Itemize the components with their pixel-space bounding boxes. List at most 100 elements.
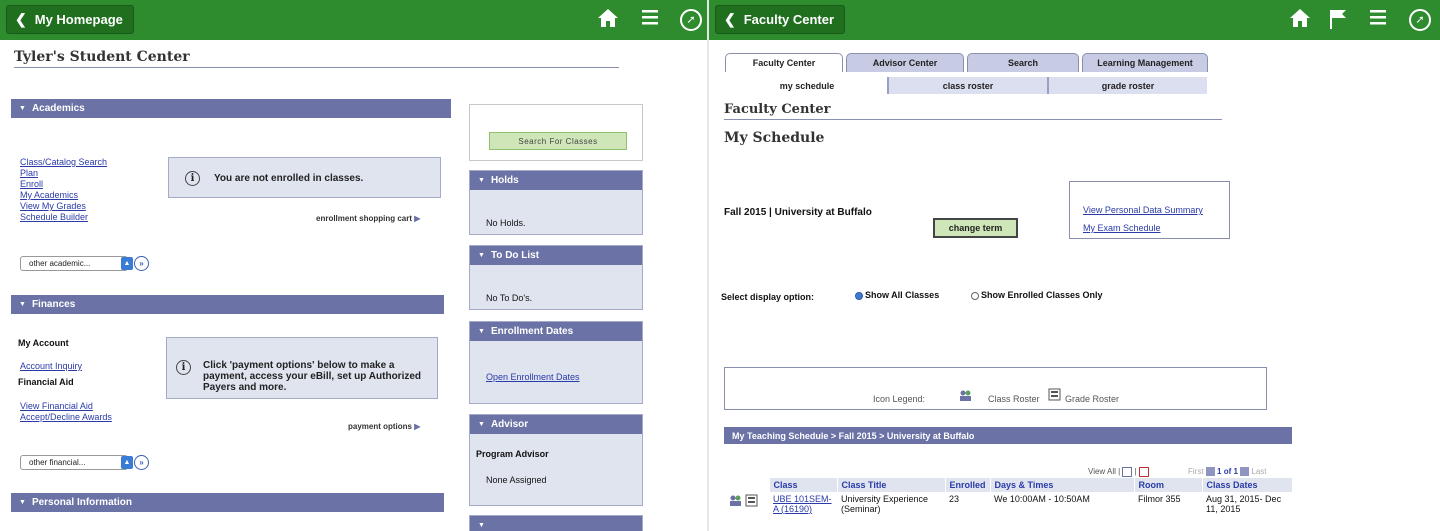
- link-view-financial-aid[interactable]: View Financial Aid: [20, 401, 93, 412]
- tab-learning-management[interactable]: Learning Management: [1082, 53, 1208, 72]
- navbar-compass-icon[interactable]: ➚: [680, 9, 702, 31]
- subtab-grade-roster[interactable]: grade roster: [1049, 77, 1207, 94]
- home-icon[interactable]: [597, 8, 619, 33]
- advisor-header-label: Advisor: [490, 419, 529, 430]
- icon-legend-box: Icon Legend: Class Roster Grade Roster: [724, 367, 1267, 410]
- chevron-left-icon: ❮: [15, 11, 27, 27]
- flag-icon[interactable]: [1328, 8, 1348, 35]
- radio-enrolled-label: Show Enrolled Classes Only: [981, 290, 1103, 300]
- personal-info-header-label: Personal Information: [31, 497, 132, 508]
- class-title-cell: University Experience (Seminar): [841, 494, 929, 514]
- dropdown-arrow-icon[interactable]: ▲: [121, 456, 133, 469]
- download-icon[interactable]: [1138, 467, 1149, 477]
- link-enroll[interactable]: Enroll: [20, 179, 43, 190]
- holds-text: No Holds.: [486, 218, 526, 228]
- row-icons: [725, 492, 769, 516]
- link-class-catalog-search[interactable]: Class/Catalog Search: [20, 157, 107, 168]
- tab-faculty-center[interactable]: Faculty Center: [725, 53, 843, 72]
- back-label: Faculty Center: [743, 12, 835, 27]
- student-center-pane: ❮ My Homepage ➚ Tyler's Student Center ▼…: [0, 0, 707, 531]
- prev-page-icon[interactable]: [1205, 467, 1215, 477]
- menu-icon[interactable]: [641, 8, 659, 31]
- legend-class-roster-label: Class Roster: [988, 394, 1040, 404]
- back-button[interactable]: ❮ Faculty Center: [715, 5, 846, 34]
- link-accept-decline-awards[interactable]: Accept/Decline Awards: [20, 412, 112, 423]
- link-plan[interactable]: Plan: [20, 168, 38, 179]
- arrow-right-icon: ▶: [414, 214, 421, 223]
- info-icon: i: [185, 171, 200, 186]
- payment-options-link[interactable]: payment options ▶: [348, 422, 420, 431]
- view-all-link[interactable]: View All | |: [1088, 467, 1149, 477]
- legend-label: Icon Legend:: [873, 394, 926, 404]
- radio-show-all[interactable]: Show All Classes: [855, 290, 939, 300]
- dropdown-arrow-icon[interactable]: ▲: [121, 257, 133, 270]
- other-academic-dropdown[interactable]: other academic...: [20, 256, 128, 271]
- finances-header-label: Finances: [31, 299, 76, 310]
- radio-unselected-icon: [971, 291, 979, 300]
- link-schedule-builder[interactable]: Schedule Builder: [20, 212, 88, 223]
- view-personal-data-summary-link[interactable]: View Personal Data Summary: [1083, 205, 1203, 216]
- chevron-left-icon: ❮: [724, 11, 736, 27]
- program-advisor-label: Program Advisor: [476, 449, 549, 459]
- my-exam-schedule-link[interactable]: My Exam Schedule: [1083, 223, 1161, 234]
- link-account-inquiry[interactable]: Account Inquiry: [20, 361, 82, 372]
- go-academic-button[interactable]: »: [134, 256, 149, 271]
- payment-link-label: payment options: [348, 422, 413, 431]
- first-label[interactable]: First: [1188, 467, 1204, 476]
- search-for-classes-button[interactable]: Search For Classes: [489, 132, 627, 150]
- page-title: Tyler's Student Center: [14, 49, 190, 65]
- link-view-my-grades[interactable]: View My Grades: [20, 201, 86, 212]
- subtab-class-roster[interactable]: class roster: [889, 77, 1047, 94]
- holds-header[interactable]: ▼ Holds: [470, 171, 642, 190]
- col-days-times: Days & Times: [990, 478, 1135, 492]
- grade-roster-icon[interactable]: [745, 494, 758, 507]
- go-financial-button[interactable]: »: [134, 455, 149, 470]
- enrollment-shopping-cart-link[interactable]: enrollment shopping cart ▶: [316, 214, 420, 223]
- next-page-icon[interactable]: [1240, 467, 1250, 477]
- class-link[interactable]: UBE 101SEM-A (16190): [773, 494, 832, 514]
- top-bar: ❮ My Homepage ➚: [0, 0, 707, 40]
- finances-header[interactable]: ▼ Finances: [11, 295, 444, 314]
- search-classes-box: Search For Classes: [469, 104, 643, 161]
- tab-search[interactable]: Search: [967, 53, 1079, 72]
- navbar-compass-icon[interactable]: ➚: [1409, 9, 1431, 31]
- last-label[interactable]: Last: [1251, 467, 1266, 476]
- section-title: Faculty Center: [724, 102, 831, 117]
- col-class-dates: Class Dates: [1202, 478, 1293, 492]
- radio-show-enrolled[interactable]: Show Enrolled Classes Only: [971, 290, 1103, 300]
- next-panel-header[interactable]: ▼: [470, 516, 642, 531]
- payment-info-text: Click 'payment options' below to make a …: [203, 360, 422, 393]
- menu-icon[interactable]: [1369, 8, 1387, 31]
- academic-dropdown-value: other academic...: [29, 259, 91, 268]
- legend-grade-roster-label: Grade Roster: [1065, 394, 1120, 404]
- zoom-icon[interactable]: [1122, 467, 1133, 477]
- col-room: Room: [1134, 478, 1203, 492]
- class-roster-icon[interactable]: [729, 494, 742, 507]
- not-enrolled-info: i You are not enrolled in classes.: [168, 157, 441, 198]
- links-box: View Personal Data Summary My Exam Sched…: [1069, 181, 1230, 239]
- link-my-academics[interactable]: My Academics: [20, 190, 78, 201]
- subtab-my-schedule[interactable]: my schedule: [727, 77, 887, 94]
- open-enrollment-dates-link[interactable]: Open Enrollment Dates: [486, 372, 580, 383]
- grade-roster-icon: [1048, 388, 1061, 401]
- enrollment-dates-header[interactable]: ▼ Enrollment Dates: [470, 322, 642, 341]
- info-icon: i: [176, 360, 191, 375]
- tab-advisor-center[interactable]: Advisor Center: [846, 53, 964, 72]
- personal-info-header[interactable]: ▼ Personal Information: [11, 493, 444, 512]
- change-term-button[interactable]: change term: [933, 218, 1018, 238]
- icon-column-header: [725, 478, 770, 492]
- collapse-triangle-icon: ▼: [478, 421, 485, 428]
- holds-header-label: Holds: [490, 175, 519, 186]
- holds-panel: ▼ Holds No Holds.: [469, 170, 643, 235]
- other-financial-dropdown[interactable]: other financial...: [20, 455, 128, 470]
- todo-header[interactable]: ▼ To Do List: [470, 246, 642, 265]
- academics-header[interactable]: ▼ Academics: [11, 99, 451, 118]
- advisor-header[interactable]: ▼ Advisor: [470, 415, 642, 434]
- back-button[interactable]: ❮ My Homepage: [6, 5, 134, 34]
- collapse-triangle-icon: ▼: [478, 328, 485, 335]
- not-enrolled-text: You are not enrolled in classes.: [214, 173, 364, 184]
- next-panel-partial: ▼: [469, 515, 643, 531]
- collapse-triangle-icon: ▼: [19, 499, 26, 506]
- home-icon[interactable]: [1289, 8, 1311, 33]
- faculty-center-pane: ❮ Faculty Center ➚ Faculty Center Adviso…: [709, 0, 1440, 531]
